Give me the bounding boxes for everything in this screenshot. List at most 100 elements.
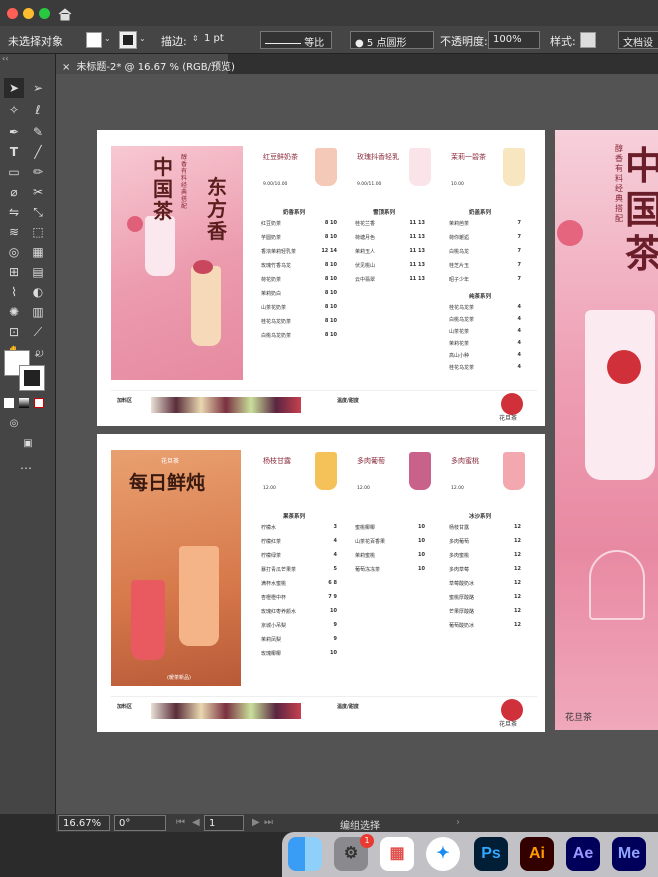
swap-colors-icon[interactable]: ⤾	[36, 350, 44, 360]
drink-cup-image	[503, 452, 525, 490]
paintbrush-icon[interactable]: ✏	[28, 162, 48, 182]
menu-row: 荷你邂逅 7	[449, 234, 521, 241]
section-heading: 奶盖系列	[469, 210, 492, 216]
artboard-menu-1[interactable]: 中国茶 东方香 醇香有料 经典搭配 红豆鲜奶茶 9.00/10.00 玫瑰抖香轻…	[97, 130, 545, 426]
poster-subtitle: 醇香有料 经典搭配	[615, 144, 623, 223]
menu-row: 茉莉花茶 4	[449, 340, 521, 347]
lasso-icon[interactable]: ℓ	[28, 100, 48, 120]
menu-row: 香浓茉莉轻乳茶 12 14	[261, 248, 337, 255]
menu-row: 草莓酸奶冰 12	[449, 580, 521, 587]
canvas-area[interactable]: 中国茶 东方香 醇香有料 经典搭配 红豆鲜奶茶 9.00/10.00 玫瑰抖香轻…	[56, 74, 658, 814]
after-effects-icon[interactable]: Ae	[566, 837, 600, 871]
fill-swatch[interactable]	[86, 32, 102, 48]
stroke-color-swatch[interactable]	[19, 365, 45, 391]
none-mode-icon[interactable]	[34, 398, 44, 408]
stroke-swatch[interactable]	[119, 31, 137, 49]
opacity-label: 不透明度:	[440, 35, 488, 48]
last-artboard-icon[interactable]: ⏭	[264, 817, 273, 828]
selection-tool-icon[interactable]: ➤	[4, 78, 24, 98]
featured-item: 多肉蜜桃 12.00	[445, 448, 535, 496]
screen-mode-icon[interactable]: ▣	[18, 434, 38, 454]
collapse-panel-icon[interactable]: ‹‹	[2, 54, 8, 63]
slice-tool-icon[interactable]: ⟋	[28, 322, 48, 342]
stroke-profile-select[interactable]: 等比	[260, 31, 332, 49]
selection-status: 未选择对象	[8, 35, 63, 48]
scissors-icon[interactable]: ✂	[28, 182, 48, 202]
artboard-number-field[interactable]: 1	[204, 815, 244, 831]
curvature-tool-icon[interactable]: ✎	[28, 122, 48, 142]
photoshop-icon[interactable]: Ps	[474, 837, 508, 871]
draw-mode-icon[interactable]: ◎	[4, 414, 24, 434]
media-encoder-icon[interactable]: Me	[612, 837, 646, 871]
menu-row: 芒果厚酸酪 12	[449, 608, 521, 615]
previous-artboard-icon[interactable]: ◀	[192, 817, 200, 828]
gradient-mode-icon[interactable]	[19, 398, 29, 408]
shape-builder-icon[interactable]: ◎	[4, 242, 24, 262]
finder-icon[interactable]	[288, 837, 322, 871]
scale-tool-icon[interactable]: ⤡	[28, 202, 48, 222]
blend-tool-icon[interactable]: ◐	[28, 282, 48, 302]
chevron-down-icon[interactable]: ⌄	[104, 34, 111, 43]
section-heading: 果茶系列	[283, 514, 306, 520]
mesh-tool-icon[interactable]: ⊞	[4, 262, 24, 282]
artboard-menu-2[interactable]: 花旦茶 每日鲜炖 (暖茶新品) 杨枝甘露 12.00 多肉葡萄 12.00 多肉…	[97, 434, 545, 732]
rose-image	[127, 216, 143, 232]
brand-logo	[501, 393, 523, 415]
column-graph-icon[interactable]: ▥	[28, 302, 48, 322]
rotation-field[interactable]: 0°	[114, 815, 166, 831]
free-transform-icon[interactable]: ⬚	[28, 222, 48, 242]
minimize-window-button[interactable]	[23, 8, 34, 19]
line-tool-icon[interactable]: ╱	[28, 142, 48, 162]
menu-row: 满杯水蜜桃 6 8	[261, 580, 337, 587]
poster-bottom-text: (暖茶新品)	[167, 675, 191, 681]
symbol-sprayer-icon[interactable]: ✺	[4, 302, 24, 322]
featured-item-name: 红豆鲜奶茶	[263, 153, 298, 161]
menu-row: 茉莉凤梨 9	[261, 636, 337, 643]
close-window-button[interactable]	[7, 8, 18, 19]
menu-row: 山茶花奶茶 8 10	[261, 304, 337, 311]
document-setup-button[interactable]: 文档设	[618, 31, 658, 49]
document-tab[interactable]: × 未标题-2* @ 16.67 % (RGB/预览)	[56, 54, 235, 74]
close-icon[interactable]: ×	[62, 62, 70, 73]
type-tool-icon[interactable]: T	[4, 142, 24, 162]
illustrator-icon[interactable]: Ai	[520, 837, 554, 871]
reflect-tool-icon[interactable]: ⇋	[4, 202, 24, 222]
stroke-weight-field[interactable]: 1 pt	[200, 31, 252, 49]
gradient-tool-icon[interactable]: ▤	[28, 262, 48, 282]
rectangle-tool-icon[interactable]: ▭	[4, 162, 24, 182]
menu-row: 桂花乌龙茶 4	[449, 304, 521, 311]
artboard-tool-icon[interactable]: ⊡	[4, 322, 24, 342]
more-tools-icon[interactable]: ⋯	[16, 458, 36, 478]
direct-selection-tool-icon[interactable]: ➢	[28, 78, 48, 98]
pen-tool-icon[interactable]: ✒	[4, 122, 24, 142]
stroke-label: 描边:	[161, 35, 187, 48]
warp-tool-icon[interactable]: ≋	[4, 222, 24, 242]
rose-image	[557, 220, 583, 246]
safari-icon[interactable]: ✦	[426, 837, 460, 871]
brush-definition-select[interactable]: ● 5 点圆形	[350, 31, 434, 49]
opacity-field[interactable]: 100%	[488, 31, 540, 49]
stepper-icon[interactable]: ⇕	[192, 34, 199, 43]
home-icon[interactable]	[58, 6, 72, 21]
magic-wand-icon[interactable]: ✧	[4, 100, 24, 120]
next-artboard-icon[interactable]: ▶	[252, 817, 260, 828]
drink-cup-image	[131, 580, 165, 660]
menu-row: 桂芝片玉 7	[449, 262, 521, 269]
document-tab-bar: × 未标题-2* @ 16.67 % (RGB/预览)	[56, 54, 658, 74]
chevron-down-icon[interactable]: ⌄	[139, 34, 146, 43]
launchpad-icon[interactable]: ▦	[380, 837, 414, 871]
shaper-tool-icon[interactable]: ⌀	[4, 182, 24, 202]
color-mode-icon[interactable]	[4, 398, 14, 408]
zoom-window-button[interactable]	[39, 8, 50, 19]
style-swatch[interactable]	[580, 32, 596, 48]
menu-row: 桂花兰香 11 13	[355, 220, 425, 227]
eyedropper-icon[interactable]: ⌇	[4, 282, 24, 302]
menu-row: 荷花奶茶 8 10	[261, 276, 337, 283]
status-arrow-icon[interactable]: ›	[456, 817, 460, 828]
menu-row: 茉莉芭茶 7	[449, 220, 521, 227]
zoom-field[interactable]: 16.67%	[58, 815, 110, 831]
menu-row: 京城小吊梨 9	[261, 622, 337, 629]
perspective-grid-icon[interactable]: ▦	[28, 242, 48, 262]
first-artboard-icon[interactable]: ⏮	[176, 817, 185, 828]
artboard-poster[interactable]: 中国茶 醇香有料 经典搭配 花旦茶	[555, 130, 658, 730]
